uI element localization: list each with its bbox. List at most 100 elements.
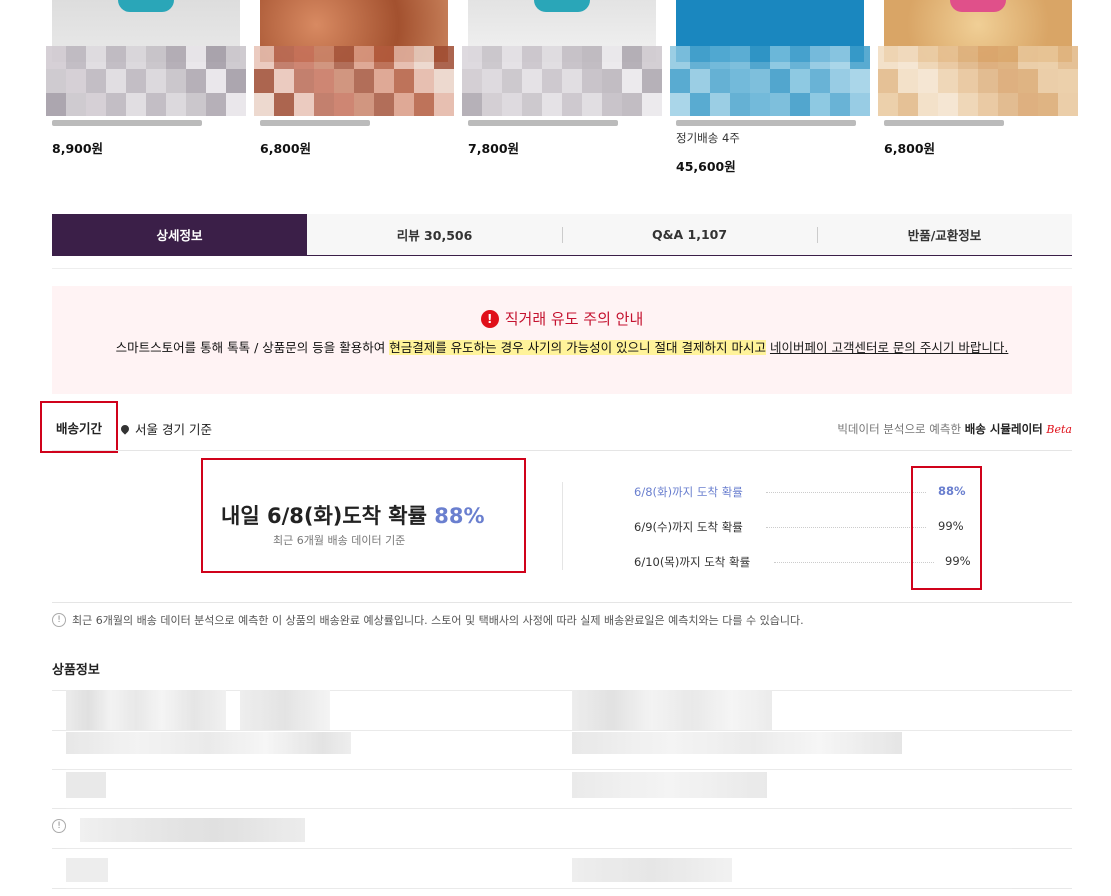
blur-pixel — [750, 69, 770, 93]
blur-pixel — [582, 46, 602, 70]
blur-pixel — [482, 46, 502, 70]
blur-pixel — [850, 46, 870, 70]
arrival-headline-text: 내일 6/8(화)도착 확률 — [221, 504, 435, 528]
blur-pixel — [1038, 46, 1058, 70]
blur-pixel — [642, 69, 662, 93]
blur-pixel — [790, 46, 810, 70]
product-price: 6,800원 — [260, 141, 312, 156]
blur-pixel — [938, 46, 958, 70]
product-name[interactable] — [884, 114, 1072, 126]
brand-logo — [118, 0, 174, 12]
product-name[interactable] — [676, 114, 864, 126]
blur-pixel — [166, 69, 186, 93]
detail-tabs: 상세정보 리뷰 30,506 Q&A 1,107 반품/교환정보 — [52, 214, 1072, 256]
blur-pixel — [878, 69, 898, 93]
blur-pixel — [642, 46, 662, 70]
tab-details[interactable]: 상세정보 — [52, 214, 307, 255]
blur-pixel — [254, 46, 274, 70]
tab-qna[interactable]: Q&A 1,107 — [562, 214, 817, 255]
dotted-leader — [766, 492, 926, 493]
blur-pixel — [830, 92, 850, 116]
tab-reviews[interactable]: 리뷰 30,506 — [307, 214, 562, 255]
blur-pixel — [502, 92, 522, 116]
tab-returns[interactable]: 반품/교환정보 — [817, 214, 1072, 255]
blur-pixel — [106, 46, 126, 70]
location-text: 서울 경기 기준 — [135, 422, 212, 437]
blur-pixel — [66, 92, 86, 116]
probability-label: 6/8(화)까지 도착 확률 — [634, 485, 743, 499]
blur-pixel — [602, 69, 622, 93]
blur-pixel — [106, 69, 126, 93]
blur-pixel — [354, 46, 374, 70]
blur-pixel — [434, 69, 454, 93]
blur-pixel — [938, 69, 958, 93]
blur-pixel — [978, 69, 998, 93]
blur-pixel — [810, 69, 830, 93]
blur-pixel — [542, 46, 562, 70]
blur-pixel — [462, 92, 482, 116]
blur-pixel — [334, 69, 354, 93]
related-products: 8,900원 6,800원 7,800원 정기배송 4주 45,600원 6,8… — [46, 0, 1078, 190]
divider — [52, 450, 1072, 451]
blur-pixel — [146, 92, 166, 116]
blur-pixel — [1038, 69, 1058, 93]
product-price: 45,600원 — [676, 159, 736, 174]
simulator-title: 배송 시뮬레이터 — [964, 422, 1043, 436]
blur-pixel — [670, 69, 690, 93]
blur-pixel — [958, 92, 978, 116]
blur-pixel — [690, 92, 710, 116]
blur-pixel — [898, 69, 918, 93]
blur-pixel — [126, 46, 146, 70]
blur-pixel — [46, 92, 66, 116]
blur-pixel — [770, 69, 790, 93]
blur-pixel — [522, 92, 542, 116]
blur-pixel — [66, 46, 86, 70]
blur-pixel — [542, 69, 562, 93]
product-name[interactable] — [260, 114, 448, 126]
blur-pixel — [998, 46, 1018, 70]
blur-pixel — [462, 46, 482, 70]
blur-pixel — [790, 69, 810, 93]
blur-pixel — [898, 92, 918, 116]
blurred-area — [46, 46, 246, 116]
blur-pixel — [206, 92, 226, 116]
blur-pixel — [1038, 92, 1058, 116]
divider — [52, 268, 1072, 269]
probability-label: 6/10(목)까지 도착 확률 — [634, 555, 751, 569]
blur-pixel — [354, 69, 374, 93]
delivery-note-text: 최근 6개월의 배송 데이터 분석으로 예측한 이 상품의 배송완료 예상률입니… — [72, 614, 804, 627]
product-name-line2[interactable]: 정기배송 4주 — [676, 130, 740, 146]
product-name[interactable] — [52, 114, 240, 126]
blur-pixel — [670, 92, 690, 116]
blur-pixel — [414, 69, 434, 93]
blur-pixel — [294, 46, 314, 70]
blurred-area — [462, 46, 662, 116]
blur-pixel — [750, 46, 770, 70]
blur-pixel — [998, 69, 1018, 93]
blur-pixel — [810, 92, 830, 116]
blur-pixel — [274, 46, 294, 70]
blur-pixel — [394, 92, 414, 116]
blur-pixel — [206, 46, 226, 70]
blur-pixel — [522, 69, 542, 93]
blur-pixel — [226, 46, 246, 70]
blur-pixel — [938, 92, 958, 116]
blur-pixel — [690, 69, 710, 93]
blur-pixel — [958, 69, 978, 93]
customer-center-link[interactable]: 네이버페이 고객센터로 문의 주시기 바랍니다. — [770, 340, 1008, 355]
blur-pixel — [146, 46, 166, 70]
notice-title: ! 직거래 유도 주의 안내 — [52, 308, 1072, 329]
blur-pixel — [166, 92, 186, 116]
blur-pixel — [86, 69, 106, 93]
arrival-headline: 내일 6/8(화)도착 확률 88% — [221, 500, 485, 530]
blur-pixel — [206, 69, 226, 93]
fraud-notice: ! 직거래 유도 주의 안내 스마트스토어를 통해 톡톡 / 상품문의 등을 활… — [52, 286, 1072, 394]
notice-title-text: 직거래 유도 주의 안내 — [504, 310, 644, 328]
blur-pixel — [374, 69, 394, 93]
blur-pixel — [978, 92, 998, 116]
blur-pixel — [562, 69, 582, 93]
product-name[interactable] — [468, 114, 656, 126]
blur-pixel — [710, 69, 730, 93]
blur-pixel — [294, 69, 314, 93]
product-price: 7,800원 — [468, 141, 520, 156]
